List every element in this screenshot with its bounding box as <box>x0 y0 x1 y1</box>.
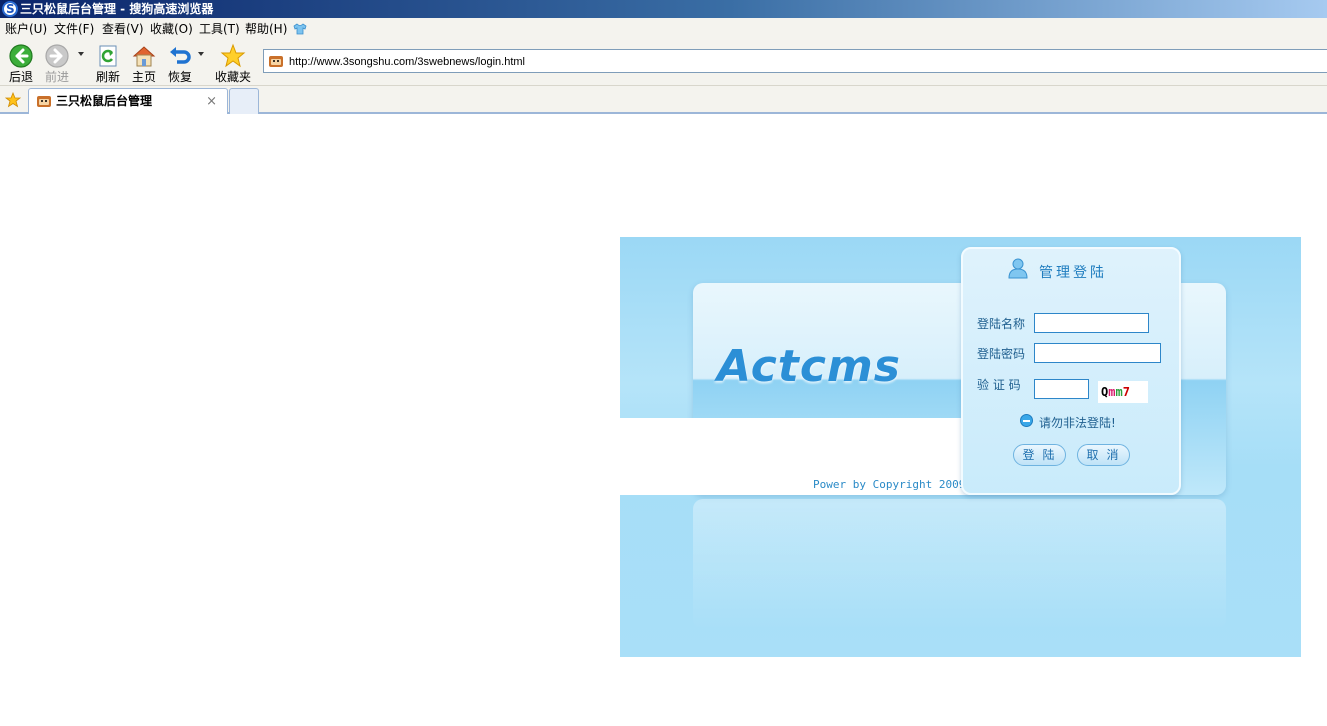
reflection <box>693 499 1226 629</box>
actcms-logo: Actcms <box>717 341 901 392</box>
user-icon <box>1008 258 1028 279</box>
tab-login[interactable]: 三只松鼠后台管理 × <box>28 88 228 114</box>
undo-icon <box>170 47 191 64</box>
login-header: 管理登陆 <box>963 249 1179 285</box>
squirrel-favicon-icon <box>269 56 283 67</box>
menu-bar: 账户(U) 文件(F) 查看(V) 收藏(O) 工具(T) 帮助(H) <box>0 18 1327 40</box>
login-notice: 请勿非法登陆! <box>1039 416 1116 430</box>
menu-view[interactable]: 查看(V) <box>102 18 144 40</box>
window-title: 三只松鼠后台管理 - 搜狗高速浏览器 <box>20 2 214 16</box>
username-input[interactable] <box>1034 313 1149 333</box>
menu-tools[interactable]: 工具(T) <box>199 18 240 40</box>
forward-button[interactable]: 前进 <box>42 43 72 84</box>
new-tab-button[interactable] <box>229 88 259 114</box>
login-title: 管理登陆 <box>1039 265 1107 281</box>
restore-button[interactable]: 恢复 <box>165 43 195 84</box>
menu-favorites[interactable]: 收藏(O) <box>150 18 193 40</box>
home-button[interactable]: 主页 <box>129 43 159 84</box>
tab-bar: 三只松鼠后台管理 × <box>0 86 1327 114</box>
warning-minus-icon <box>1020 414 1033 427</box>
squirrel-favicon-icon <box>37 96 51 107</box>
url-input[interactable] <box>287 50 1187 74</box>
home-label: 主页 <box>131 70 156 84</box>
history-dropdown-icon[interactable] <box>78 52 84 56</box>
menu-account[interactable]: 账户(U) <box>5 18 47 40</box>
address-bar[interactable] <box>263 49 1327 74</box>
captcha-input[interactable] <box>1034 379 1089 399</box>
restore-dropdown-icon[interactable] <box>198 52 204 56</box>
tab-title: 三只松鼠后台管理 <box>56 94 153 108</box>
captcha-image[interactable]: Qmm7 <box>1098 381 1148 403</box>
favorites-label: 收藏夹 <box>214 70 251 84</box>
login-panel: Actcms Power by Copyright 2009 管理登陆 登陆名称… <box>620 237 1301 657</box>
copyright-text: Power by Copyright 2009 <box>813 478 966 491</box>
captcha-label: 验 证 码 <box>977 378 1021 392</box>
window-title-bar: 三只松鼠后台管理 - 搜狗高速浏览器 <box>0 0 1327 18</box>
username-label: 登陆名称 <box>977 317 1026 331</box>
back-button[interactable]: 后退 <box>6 43 36 84</box>
home-icon <box>132 46 156 67</box>
login-form: 管理登陆 登陆名称 登陆密码 验 证 码 Qmm7 请勿非法登陆! 登陆 取消 <box>961 247 1181 495</box>
login-button[interactable]: 登陆 <box>1013 444 1066 466</box>
favorites-button[interactable]: 收藏夹 <box>213 43 253 84</box>
refresh-button[interactable]: 刷新 <box>93 43 123 84</box>
password-label: 登陆密码 <box>977 347 1026 361</box>
restore-label: 恢复 <box>167 70 192 84</box>
forward-label: 前进 <box>44 70 69 84</box>
menu-help[interactable]: 帮助(H) <box>245 18 287 40</box>
back-arrow-icon <box>9 44 33 68</box>
refresh-icon <box>99 45 117 67</box>
captcha-char: 7 <box>1122 385 1130 399</box>
star-icon <box>220 43 246 68</box>
captcha-char: m <box>1115 385 1123 399</box>
tab-close-icon[interactable]: × <box>206 89 217 114</box>
favorites-star-icon[interactable] <box>5 92 21 108</box>
password-input[interactable] <box>1034 343 1161 363</box>
skin-shirt-icon[interactable] <box>293 23 307 35</box>
menu-file[interactable]: 文件(F) <box>54 18 94 40</box>
cancel-button[interactable]: 取消 <box>1077 444 1130 466</box>
refresh-label: 刷新 <box>95 70 120 84</box>
back-label: 后退 <box>8 70 33 84</box>
sogou-browser-icon <box>2 0 18 18</box>
forward-arrow-icon <box>45 44 69 68</box>
